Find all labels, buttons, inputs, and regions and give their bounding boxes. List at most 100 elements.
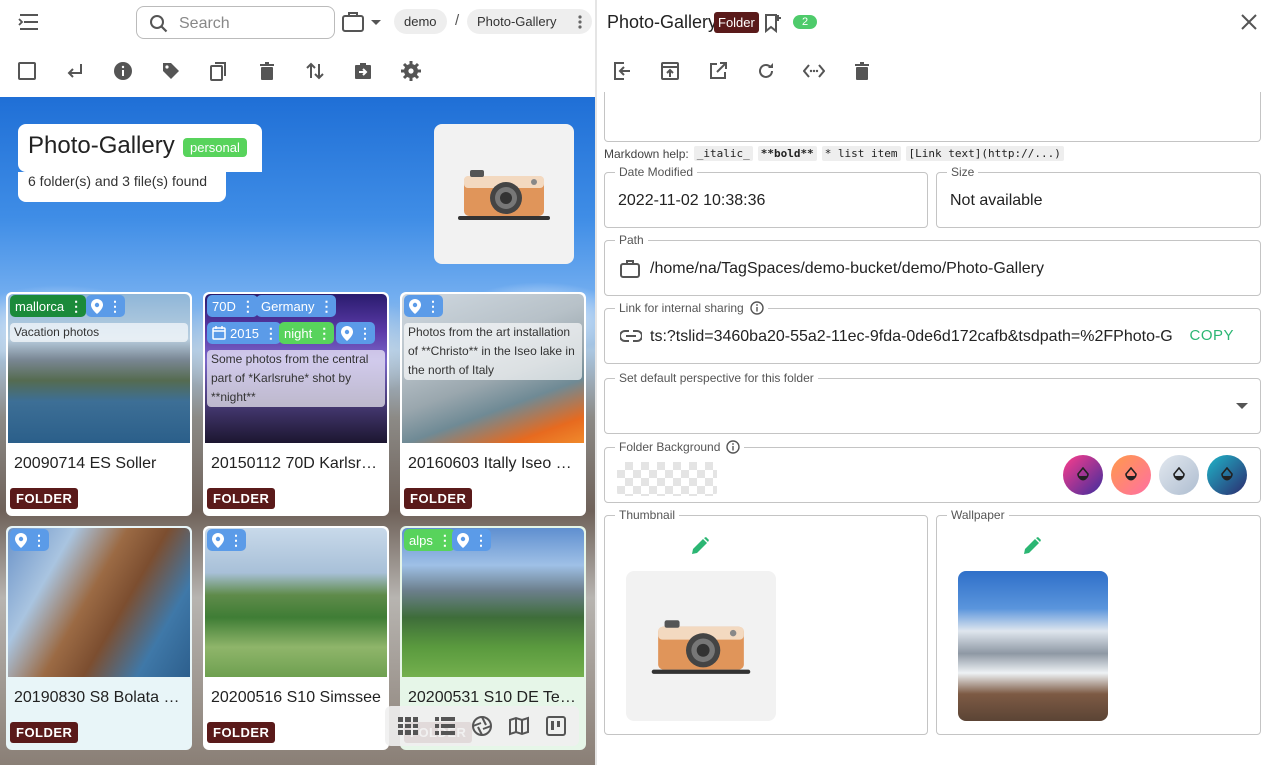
copy-icon[interactable] xyxy=(208,60,230,82)
settings-gear-icon[interactable] xyxy=(400,60,422,82)
folder-name: 20200516 S10 Simssee xyxy=(211,689,381,706)
open-external-icon[interactable] xyxy=(707,60,729,82)
folder-cell-karlsruhe[interactable]: 70D ⋮ Germany ⋮ 2015 ⋮ night ⋮ ⋮ Some photos… xyxy=(203,292,389,516)
folder-cell-soller[interactable]: mallorca ⋮ ⋮ Vacation photos 20090714 ES … xyxy=(6,292,192,516)
markdown-hint: * list item xyxy=(821,146,901,161)
geo-tag-chip[interactable]: ⋮ xyxy=(336,322,375,344)
breadcrumb-label: Photo-Gallery xyxy=(477,14,557,29)
sharing-link-label-text: Link for internal sharing xyxy=(619,301,744,315)
delete-icon[interactable] xyxy=(256,60,278,82)
grid-view-icon[interactable] xyxy=(396,714,420,738)
tag-chip[interactable]: 70D ⋮ xyxy=(207,295,258,317)
geo-tag-chip[interactable]: ⋮ xyxy=(404,295,443,317)
browser-toolbar xyxy=(0,46,595,97)
select-all-checkbox-icon[interactable] xyxy=(16,60,38,82)
folder-cell-bolata[interactable]: ⋮ 20190830 S8 Bolata Bay FOLDER xyxy=(6,526,192,750)
open-parent-icon[interactable] xyxy=(659,60,681,82)
location-selector[interactable] xyxy=(341,10,381,34)
revisions-count-badge[interactable]: 2 xyxy=(793,15,817,29)
color-drop-icon xyxy=(1125,467,1137,481)
search-icon xyxy=(150,15,168,33)
tag-chip[interactable]: mallorca ⋮ xyxy=(10,295,87,317)
top-bar: Search demo / Photo-Gallery xyxy=(0,0,595,46)
folder-name: 20160603 Itally Iseo Lake xyxy=(408,455,580,472)
color-drop-icon xyxy=(1077,467,1089,481)
folder-type-tag: FOLDER xyxy=(10,722,79,743)
thumbnail-preview[interactable] xyxy=(626,571,776,721)
sharing-link-field[interactable]: Link for internal sharing ts:?tslid=3460… xyxy=(604,301,1261,364)
entry-title: Photo-Gallery xyxy=(607,12,718,32)
parent-folder-icon[interactable] xyxy=(64,60,86,82)
info-outline-icon[interactable] xyxy=(750,301,764,315)
wallpaper-preview[interactable] xyxy=(958,571,1108,721)
background-color-swatch-3[interactable] xyxy=(1159,455,1199,495)
path-value: /home/na/TagSpaces/demo-bucket/demo/Phot… xyxy=(650,260,1044,277)
folder-background-label: Folder Background xyxy=(615,440,745,454)
gallery-aperture-icon[interactable] xyxy=(470,714,494,738)
folder-type-tag: FOLDER xyxy=(207,488,276,509)
breadcrumb-demo[interactable]: demo xyxy=(394,9,447,34)
close-icon[interactable] xyxy=(1239,12,1259,32)
sort-icon[interactable] xyxy=(304,60,326,82)
folder-description: Some photos from the central part of *Ka… xyxy=(207,350,385,407)
camera-icon xyxy=(458,170,550,220)
tag-chip[interactable]: Germany ⋮ xyxy=(256,295,337,317)
import-icon[interactable] xyxy=(352,60,374,82)
code-icon[interactable] xyxy=(803,60,825,82)
folder-description: Photos from the art installation of **Ch… xyxy=(404,323,582,380)
background-color-swatch-2[interactable] xyxy=(1111,455,1151,495)
markdown-hint: [Link text](http://...) xyxy=(905,146,1064,161)
folder-thumbnail[interactable] xyxy=(434,124,574,264)
description-editor[interactable] xyxy=(604,92,1261,142)
wallpaper-label: Wallpaper xyxy=(947,508,1009,522)
menu-toggle-icon[interactable] xyxy=(16,10,42,34)
info-icon[interactable] xyxy=(112,60,134,82)
delete-folder-icon[interactable] xyxy=(851,60,873,82)
geo-tag-chip[interactable]: ⋮ xyxy=(10,529,49,551)
tag-label: night xyxy=(284,325,313,341)
info-outline-icon[interactable] xyxy=(726,440,741,454)
edit-pencil-icon[interactable] xyxy=(1022,536,1042,556)
file-browser: Search demo / Photo-Gallery Photo-Galler… xyxy=(0,0,595,765)
bookmark-add-icon[interactable] xyxy=(763,12,783,34)
folder-name: 20150112 70D Karlsruhe xyxy=(211,455,383,472)
search-input[interactable]: Search xyxy=(136,6,335,39)
copy-link-button[interactable]: COPY xyxy=(1189,327,1234,344)
edit-pencil-icon[interactable] xyxy=(690,536,710,556)
background-color-swatch-4[interactable] xyxy=(1207,455,1247,495)
reload-icon[interactable] xyxy=(755,60,777,82)
breadcrumb-photo-gallery[interactable]: Photo-Gallery xyxy=(467,9,592,34)
folder-name: 20090714 ES Soller xyxy=(14,455,157,472)
folder-cell-simssee[interactable]: ⋮ 20200516 S10 Simssee FOLDER xyxy=(203,526,389,750)
geo-tag-chip[interactable]: ⋮ xyxy=(207,529,246,551)
geo-tag-chip[interactable]: ⋮ xyxy=(452,529,491,551)
list-view-icon[interactable] xyxy=(433,714,457,738)
folder-cell-iseo[interactable]: ⋮ Photos from the art installation of **… xyxy=(400,292,586,516)
markdown-help-label: Markdown help: xyxy=(604,146,689,161)
folder-name: 20190830 S8 Bolata Bay xyxy=(14,689,186,706)
default-perspective-select[interactable]: Set default perspective for this folder xyxy=(604,371,1261,434)
background-color-swatch-1[interactable] xyxy=(1063,455,1103,495)
location-pin-icon xyxy=(457,532,469,548)
go-to-folder-icon[interactable] xyxy=(611,60,633,82)
kanban-view-icon[interactable] xyxy=(544,714,568,738)
tag-icon[interactable] xyxy=(160,60,182,82)
map-view-icon[interactable] xyxy=(507,714,531,738)
path-field[interactable]: Path /home/na/TagSpaces/demo-bucket/demo… xyxy=(604,233,1261,296)
more-vertical-icon[interactable] xyxy=(578,15,582,29)
tag-chip[interactable]: alps ⋮ xyxy=(404,529,455,551)
folder-type-tag: FOLDER xyxy=(207,722,276,743)
folder-tag-personal[interactable]: personal xyxy=(183,138,247,157)
location-pin-icon xyxy=(212,532,224,548)
geo-tag-chip[interactable]: ⋮ xyxy=(86,295,125,317)
tag-chip[interactable]: night ⋮ xyxy=(279,322,335,344)
background-preview[interactable] xyxy=(617,462,717,496)
markdown-help: Markdown help: _italic_ **bold** * list … xyxy=(604,146,1064,161)
folder-background-label-text: Folder Background xyxy=(619,440,721,454)
tag-label: 2015 xyxy=(230,325,259,341)
size-label: Size xyxy=(947,165,979,179)
briefcase-icon xyxy=(342,12,381,32)
date-tag-chip[interactable]: 2015 ⋮ xyxy=(207,322,281,344)
markdown-hint: **bold** xyxy=(757,146,817,161)
folder-type-tag: FOLDER xyxy=(10,488,79,509)
